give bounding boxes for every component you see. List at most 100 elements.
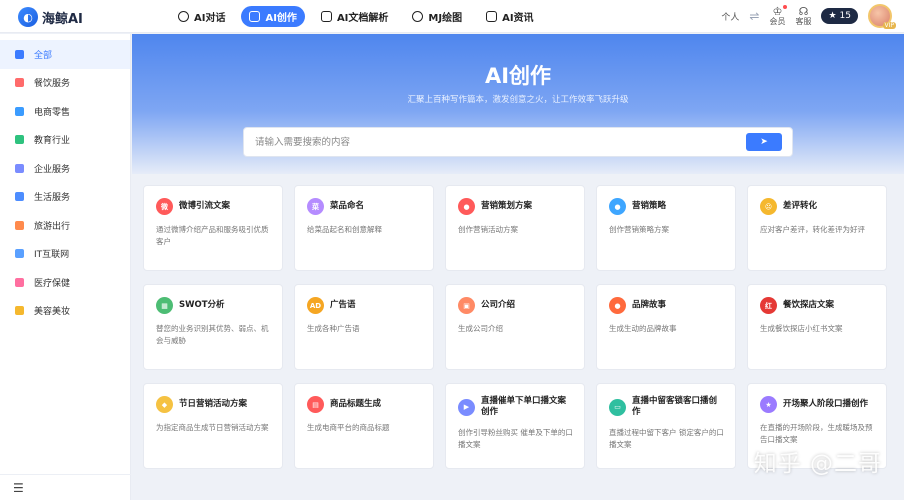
- tab-mj-draw[interactable]: MJ绘图: [404, 6, 470, 27]
- card-description: 直播过程中留下客户 锁定客户的口播文案: [609, 428, 724, 450]
- card-header: ● 营销策划方案: [458, 198, 573, 215]
- card-title: 差评转化: [783, 200, 818, 211]
- template-card[interactable]: 菜菜品命名 给菜品起名和创意解释: [294, 185, 434, 271]
- building-icon: [15, 163, 24, 173]
- swap-icon[interactable]: ⇌: [749, 9, 759, 23]
- sidebar-item-life[interactable]: 生活服务: [0, 183, 130, 212]
- card-title: SWOT分析: [179, 299, 225, 310]
- search-input[interactable]: [244, 128, 746, 156]
- sidebar-item-label: 医疗保健: [34, 278, 71, 289]
- page-subtitle: 汇聚上百种写作篇本，激发创意之火，让工作效率飞跃升级: [407, 95, 629, 105]
- card-title: 直播催单下单口播文案创作: [481, 396, 567, 418]
- whale-logo-icon: ◐: [18, 7, 38, 27]
- tab-ai-chat[interactable]: AI对话: [170, 6, 233, 27]
- tab-ai-create[interactable]: AI创作: [241, 6, 305, 27]
- tab-label: AI对话: [194, 13, 226, 24]
- card-header: ★ 开场聚人阶段口播创作: [760, 396, 875, 413]
- tab-ai-news[interactable]: AI资讯: [478, 6, 541, 27]
- sidebar-item-label: 生活服务: [34, 193, 71, 204]
- logo[interactable]: ◐ 海鲸AI: [18, 7, 83, 27]
- tab-label: AI资讯: [502, 13, 534, 24]
- sidebar-item-enterprise[interactable]: 企业服务: [0, 154, 130, 183]
- card-header: 菜菜品命名: [307, 198, 422, 215]
- menu-icon[interactable]: ☰: [13, 481, 24, 495]
- card-description: 应对客户差评，转化差评为好评: [760, 225, 865, 234]
- card-icon: ★: [760, 396, 777, 413]
- service-label: 客服: [795, 17, 812, 26]
- sidebar-item-travel[interactable]: 旅游出行: [0, 211, 130, 240]
- card-icon: ▶: [458, 398, 475, 416]
- card-header: ● 品牌故事: [609, 297, 724, 314]
- template-card[interactable]: ▭ 直播中留客锁客口播创作 直播过程中留下客户 锁定客户的口播文案: [596, 383, 736, 469]
- main-content: AI创作 汇聚上百种写作篇本，激发创意之火，让工作效率飞跃升级 ➤ 微微博引流文…: [132, 34, 904, 500]
- template-card[interactable]: AD 广告语 生成各种广告语: [294, 284, 434, 370]
- template-card[interactable]: ▣ 公司介绍 生成公司介绍: [445, 284, 585, 370]
- template-card[interactable]: ● 营销策划方案 创作营销活动方案: [445, 185, 585, 271]
- card-icon: ●: [609, 198, 626, 215]
- service-button[interactable]: ☊ 客服: [795, 6, 811, 26]
- card-description: 创作营销策略方案: [609, 225, 669, 234]
- card-header: AD 广告语: [307, 297, 422, 314]
- sidebar-item-label: 教育行业: [34, 136, 71, 147]
- template-card[interactable]: ◆ 节日营销活动方案 为指定商品生成节日营销活动方案: [143, 383, 283, 469]
- tab-label: AI创作: [265, 13, 297, 24]
- card-icon: 微: [156, 198, 173, 215]
- sidebar-item-ecommerce[interactable]: 电商零售: [0, 97, 130, 126]
- sidebar-item-medical[interactable]: 医疗保健: [0, 268, 130, 297]
- card-header: 微微博引流文案: [156, 198, 271, 215]
- card-header: ☹ 差评转化: [760, 198, 875, 215]
- card-description: 生成电商平台的商品标题: [307, 423, 390, 432]
- sidebar-item-label: 美容美妆: [34, 307, 71, 318]
- card-icon: 红: [760, 297, 777, 314]
- sidebar-footer: ☰: [0, 474, 131, 500]
- search-button[interactable]: ➤: [746, 133, 782, 151]
- page-title: AI创作: [484, 64, 552, 88]
- watermark: 知乎 @二哥: [753, 451, 882, 477]
- template-card[interactable]: ▤ 商品标题生成 生成电商平台的商品标题: [294, 383, 434, 469]
- card-title: 微博引流文案: [179, 200, 231, 211]
- compose-icon: [249, 11, 261, 22]
- template-card[interactable]: ▶ 直播催单下单口播文案创作 创作引导粉丝购买 催单及下单的口播文案: [445, 383, 585, 469]
- sidebar: 全部 餐饮服务 电商零售 教育行业 企业服务 生活服务 旅游出行 IT互联网 医…: [0, 34, 131, 500]
- card-description: 在直播的开场阶段，生成暖场及预告口播文案: [760, 423, 873, 444]
- card-icon: ▣: [458, 297, 475, 314]
- main-nav: AI对话 AI创作 AI文档解析 MJ绘图 AI资讯: [170, 6, 542, 27]
- top-bar: ◐ 海鲸AI AI对话 AI创作 AI文档解析 MJ绘图 AI资讯 个人 ⇌ ♔: [0, 0, 904, 33]
- sidebar-item-beauty[interactable]: 美容美妆: [0, 297, 130, 326]
- template-card[interactable]: ● 品牌故事 生成生动的品牌故事: [596, 284, 736, 370]
- tab-ai-doc-parse[interactable]: AI文档解析: [313, 6, 396, 27]
- computer-icon: [15, 249, 24, 259]
- star-icon: ★: [828, 11, 837, 21]
- document-icon: [320, 11, 332, 22]
- sidebar-item-it[interactable]: IT互联网: [0, 240, 130, 269]
- card-description: 生成公司介绍: [458, 324, 503, 333]
- card-title: 菜品命名: [330, 200, 365, 211]
- card-icon: ☹: [760, 198, 777, 215]
- headset-icon: ☊: [798, 5, 809, 18]
- plane-icon: [15, 220, 24, 230]
- template-card[interactable]: ▦ SWOT分析替您的业务识别其优势、弱点、机会与威胁: [143, 284, 283, 370]
- sidebar-item-education[interactable]: 教育行业: [0, 126, 130, 155]
- card-header: ▶ 直播催单下单口播文案创作: [458, 396, 573, 418]
- template-card[interactable]: ● 营销策略 创作营销策略方案: [596, 185, 736, 271]
- sidebar-item-catering[interactable]: 餐饮服务: [0, 69, 130, 98]
- palette-icon: [412, 11, 424, 22]
- template-card[interactable]: 红餐饮探店文案 生成餐饮探店小红书文案: [747, 284, 887, 370]
- tab-label: AI文档解析: [336, 13, 389, 24]
- template-card[interactable]: ☹ 差评转化应对客户差评，转化差评为好评: [747, 185, 887, 271]
- template-card[interactable]: 微微博引流文案 通过微博介绍产品和服务吸引优质客户: [143, 185, 283, 271]
- avatar[interactable]: VIP: [868, 4, 896, 29]
- card-icon: ▦: [156, 297, 173, 314]
- personal-link[interactable]: 个人: [721, 10, 739, 23]
- member-button[interactable]: ♔ 会员: [769, 5, 788, 26]
- hero-banner: AI创作 汇聚上百种写作篇本，激发创意之火，让工作效率飞跃升级 ➤: [132, 34, 904, 174]
- sidebar-item-all[interactable]: 全部: [0, 40, 130, 69]
- card-icon: ◆: [156, 396, 173, 413]
- coin-balance[interactable]: ★ 15: [821, 8, 858, 24]
- card-description: 替您的业务识别其优势、弱点、机会与威胁: [156, 324, 269, 345]
- card-icon: ▤: [307, 396, 324, 413]
- template-grid: 微微博引流文案 通过微博介绍产品和服务吸引优质客户菜菜品命名 给菜品起名和创意解释 ●…: [143, 185, 887, 469]
- life-icon: [15, 192, 24, 202]
- sidebar-item-label: 旅游出行: [34, 221, 71, 232]
- card-description: 生成餐饮探店小红书文案: [760, 324, 843, 333]
